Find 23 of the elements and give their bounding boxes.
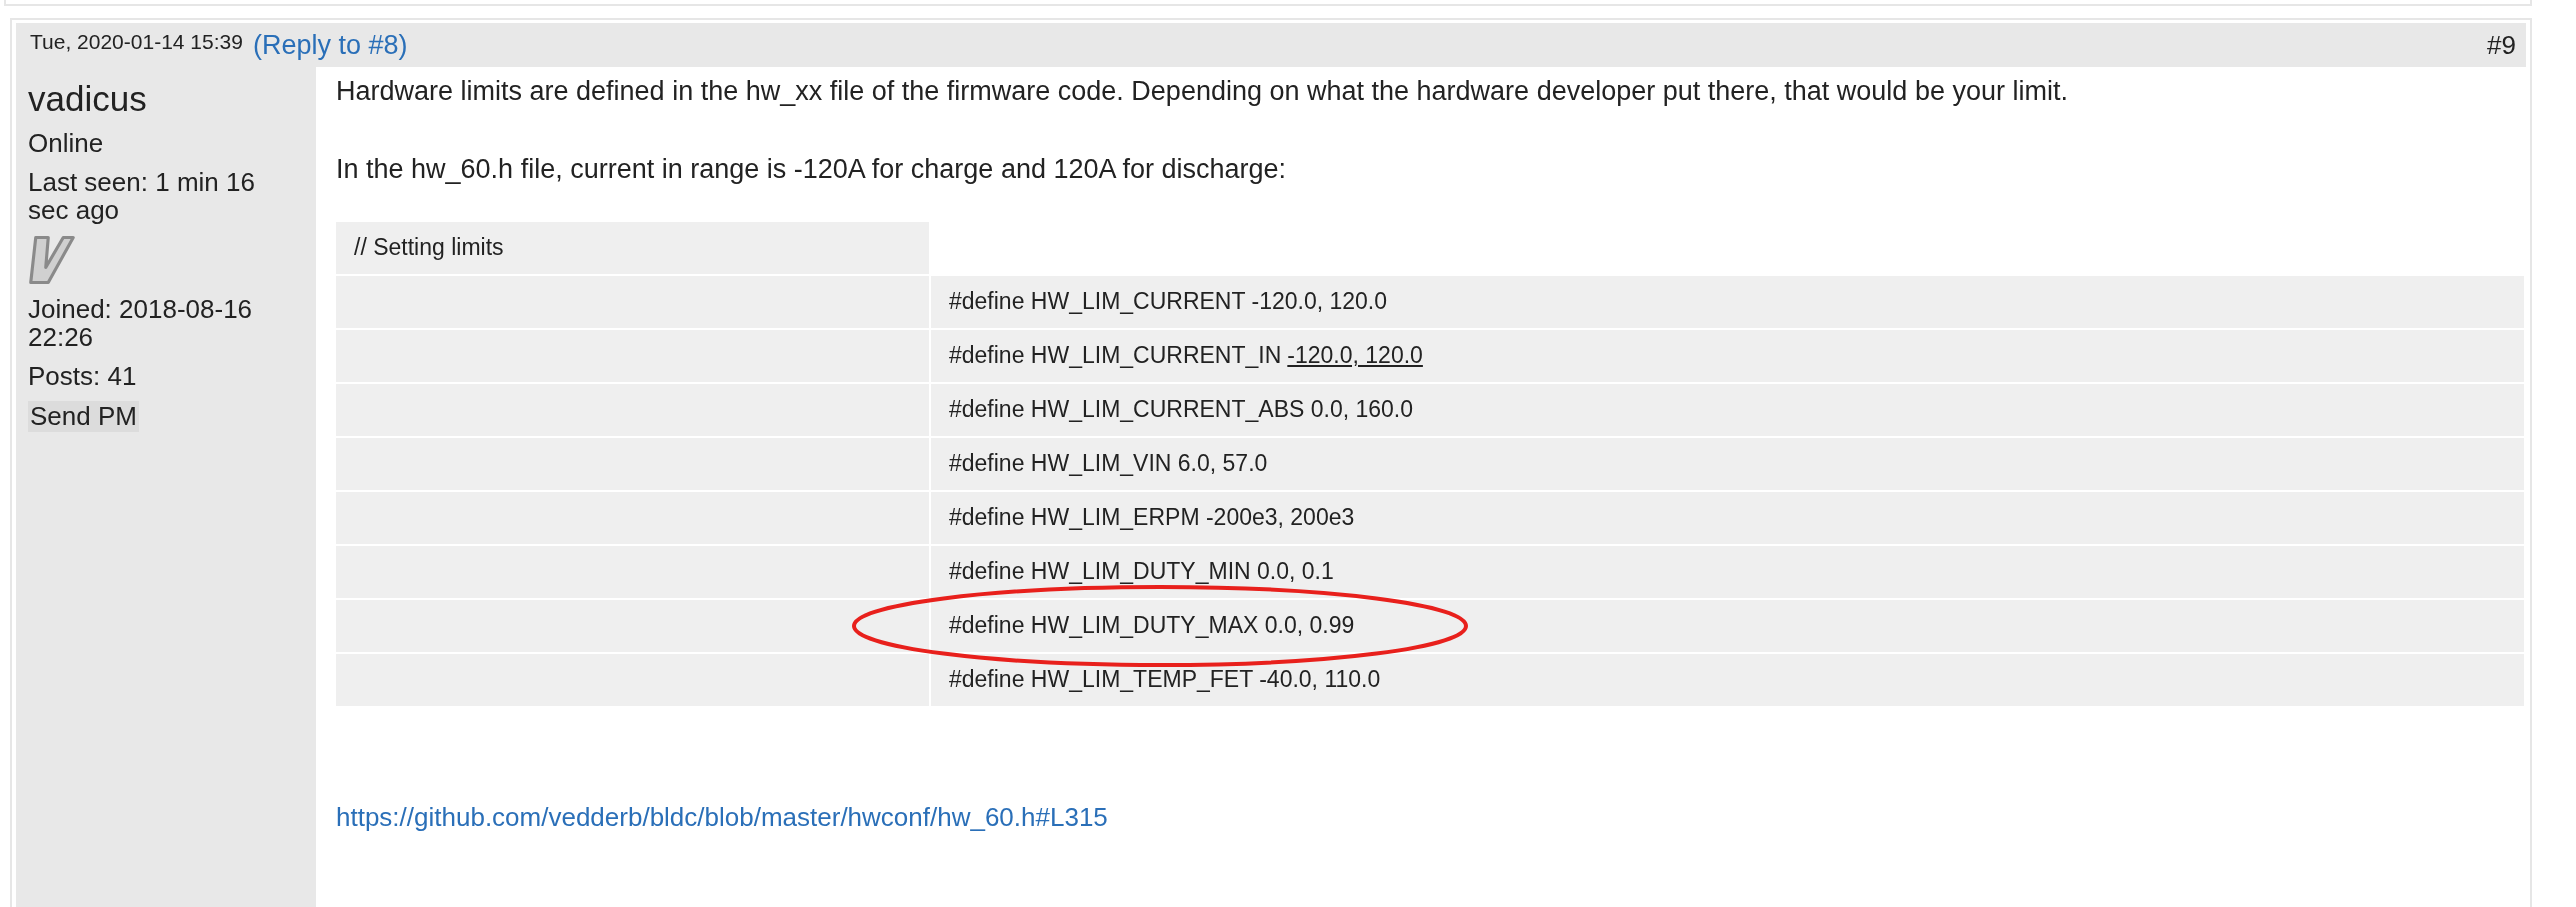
post-date: Tue, 2020-01-14 15:39: [30, 30, 243, 54]
table-cell: #define HW_LIM_VIN 6.0, 57.0: [931, 437, 2524, 490]
code-text: #define HW_LIM_CURRENT_IN: [949, 342, 1282, 370]
post-paragraph: Hardware limits are defined in the hw_xx file of the firmware code. Depending on what the hardware developer put there, that would be your limit.: [336, 75, 2069, 108]
send-pm-link[interactable]: Send PM: [28, 400, 139, 432]
post-count: Posts: 41: [28, 361, 137, 391]
github-link[interactable]: https://github.com/vedderb/bldc/blob/master/hwconf/hw_60.h#L315: [336, 801, 1108, 833]
joined-date: Joined: 2018-08-16 22:26: [28, 294, 254, 352]
table-cell: #define HW_LIM_TEMP_FET -40.0, 110.0: [931, 653, 2524, 706]
table-cell: #define HW_LIM_DUTY_MAX 0.0, 0.99: [931, 599, 2524, 652]
reply-link[interactable]: (Reply to #8): [252, 29, 408, 61]
underlined-value: -120.0, 120.0: [1287, 342, 1423, 370]
table-cell: #define HW_LIM_DUTY_MIN 0.0, 0.1: [931, 545, 2524, 598]
avatar-icon: [28, 234, 76, 285]
table-cell: #define HW_LIM_CURRENT -120.0, 120.0: [931, 275, 2524, 328]
table-cell: #define HW_LIM_ERPM -200e3, 200e3: [931, 491, 2524, 544]
table-cell: // Setting limits: [336, 221, 929, 274]
post-number: #9: [2487, 29, 2516, 61]
author-name: vadicus: [28, 79, 147, 119]
post-paragraph: In the hw_60.h file, current in range is -120A for charge and 120A for discharge:: [336, 153, 1288, 186]
online-status: Online: [28, 129, 104, 158]
table-cell: #define HW_LIM_CURRENT_ABS 0.0, 160.0: [931, 383, 2524, 436]
last-seen: Last seen: 1 min 16 sec ago: [28, 167, 256, 225]
